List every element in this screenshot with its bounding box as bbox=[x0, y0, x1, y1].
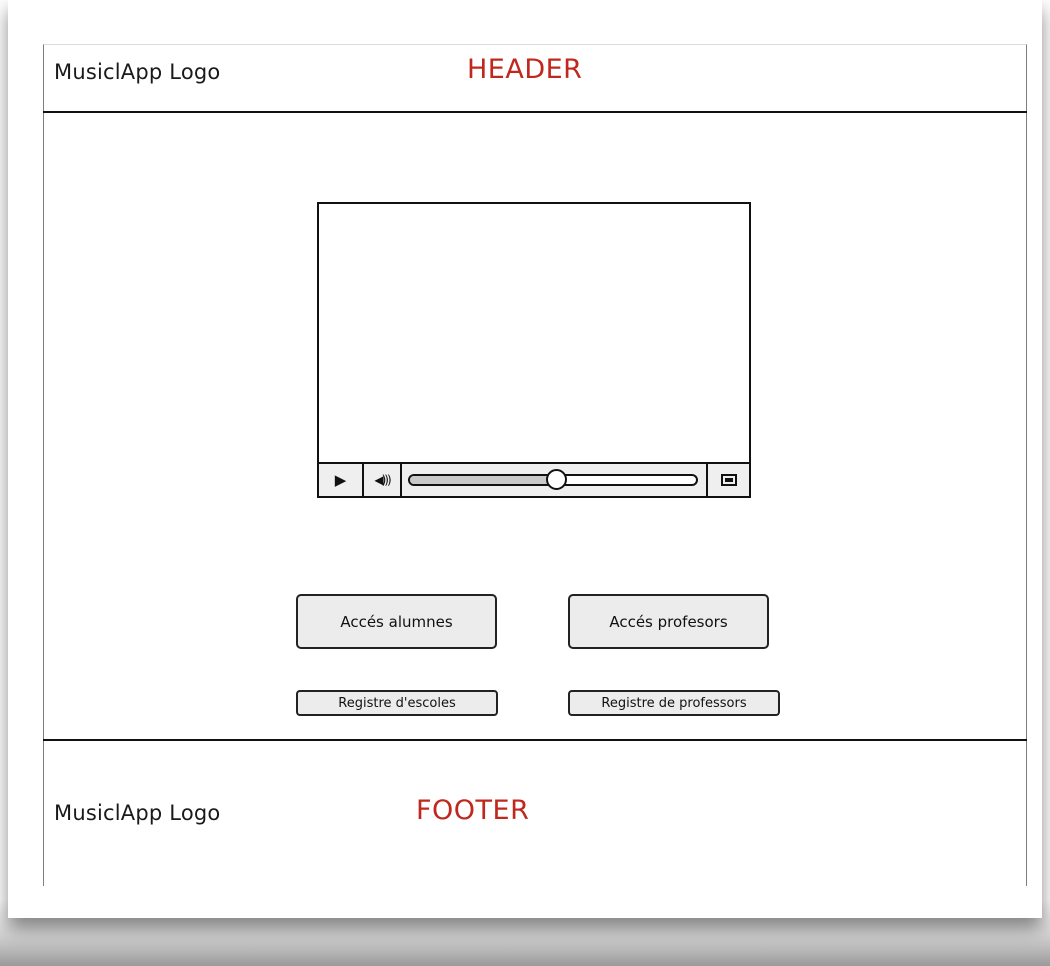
access-teachers-button[interactable]: Accés profesors bbox=[568, 594, 769, 649]
fullscreen-icon bbox=[720, 474, 737, 486]
progress-knob[interactable] bbox=[545, 469, 567, 490]
register-teachers-button[interactable]: Registre de professors bbox=[568, 690, 780, 716]
volume-icon: ◀︎))) bbox=[374, 473, 391, 487]
volume-button[interactable]: ◀︎))) bbox=[364, 464, 402, 496]
header-logo[interactable]: MusiclApp Logo bbox=[54, 60, 220, 84]
progress-slider[interactable] bbox=[402, 464, 706, 496]
video-player[interactable]: ▶ ◀︎))) bbox=[317, 202, 751, 498]
header-label: HEADER bbox=[467, 54, 583, 85]
register-schools-button[interactable]: Registre d'escoles bbox=[296, 690, 498, 716]
fullscreen-button[interactable] bbox=[706, 464, 749, 496]
footer-divider bbox=[43, 739, 1027, 741]
access-students-button[interactable]: Accés alumnes bbox=[296, 594, 497, 649]
video-controls: ▶ ◀︎))) bbox=[319, 462, 749, 496]
footer-logo[interactable]: MusiclApp Logo bbox=[54, 801, 220, 825]
header-divider bbox=[43, 111, 1027, 113]
play-icon: ▶ bbox=[334, 471, 347, 489]
progress-fill bbox=[410, 476, 556, 484]
play-button[interactable]: ▶ bbox=[319, 464, 364, 496]
footer-label: FOOTER bbox=[416, 795, 530, 826]
